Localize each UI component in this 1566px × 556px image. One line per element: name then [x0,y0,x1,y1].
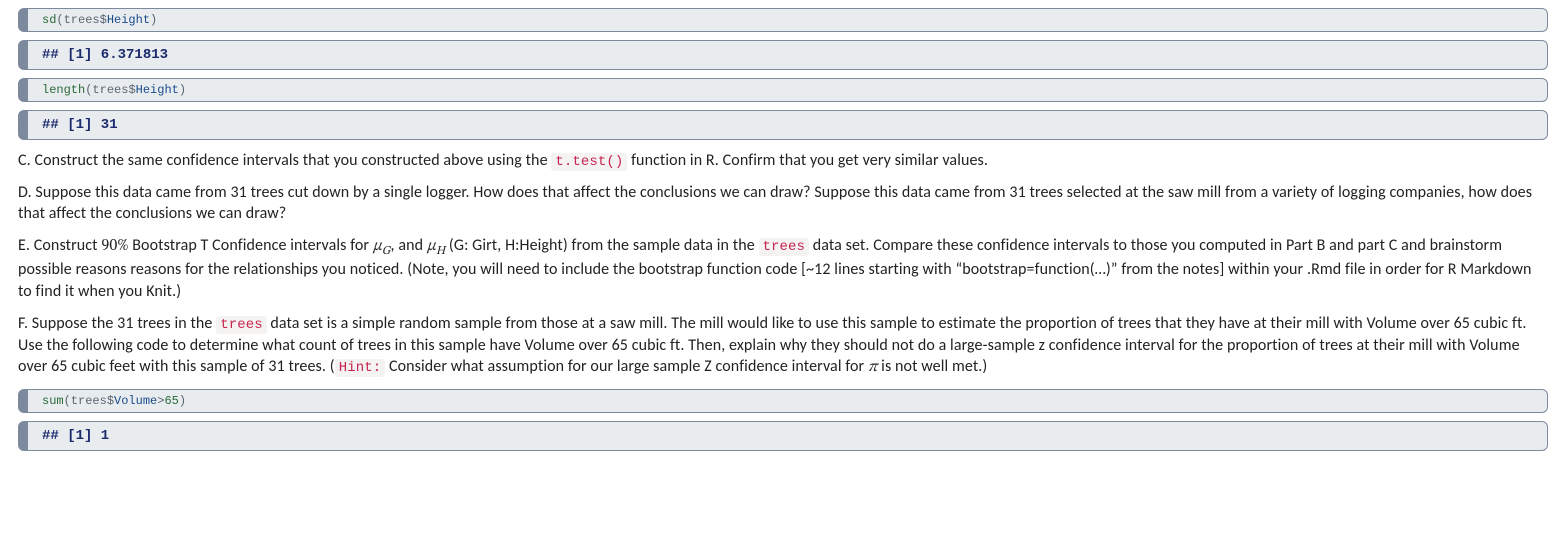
code-output-sum: ## [1] 1 [18,421,1548,451]
code-token: (trees [56,13,99,27]
code-token: Volume [114,394,157,408]
text: Bootstrap T Confidence intervals for [129,236,373,255]
inline-code-ttest: t.test() [551,153,627,171]
text: is not well met.) [877,357,987,376]
text: F. Suppose the 31 trees in the [18,314,216,333]
code-token: $ [128,83,135,97]
inline-code-hint: Hint: [335,359,386,377]
code-token: Height [107,13,150,27]
code-token: (trees [64,394,107,408]
paragraph-f: F. Suppose the 31 trees in the trees dat… [18,313,1548,379]
inline-code-trees-2: trees [216,316,267,334]
code-input-sum: sum(trees$Volume>65) [18,389,1548,413]
paragraph-c: C. Construct the same confidence interva… [18,150,1548,172]
code-token: ) [150,13,157,27]
code-token: ) [179,394,186,408]
code-token: $ [107,394,114,408]
math-mu-g: μG [373,238,391,254]
code-input-length: length(trees$Height) [18,78,1548,102]
code-token: 65 [164,394,178,408]
code-token: Height [136,83,179,97]
text: , and [391,236,427,255]
code-token: (trees [85,83,128,97]
code-output-sd: ## [1] 6.371813 [18,40,1548,70]
code-token: sum [42,394,64,408]
text: E. Construct [18,236,101,255]
code-input-sd: sd(trees$Height) [18,8,1548,32]
math-percent: 90% [101,238,128,254]
paragraph-d: D. Suppose this data came from 31 trees … [18,182,1548,225]
inline-code-trees: trees [759,238,810,256]
code-token: sd [42,13,56,27]
code-token: $ [100,13,107,27]
text: C. Construct the same confidence interva… [18,151,551,170]
text: Consider what assumption for our large s… [385,357,868,376]
code-output-length: ## [1] 31 [18,110,1548,140]
text: (G: Girt, H:Height) from the sample data… [445,236,758,255]
code-token: ) [179,83,186,97]
code-token: length [42,83,85,97]
paragraph-e: E. Construct 90% Bootstrap T Confidence … [18,235,1548,303]
text: function in R. Confirm that you get very… [627,151,988,170]
math-mu-h: μH [427,238,445,254]
